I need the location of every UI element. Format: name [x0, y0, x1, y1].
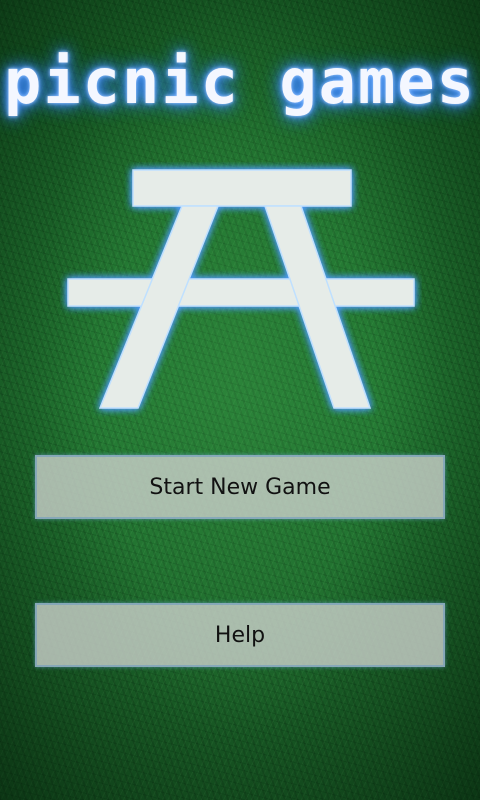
help-button[interactable]: Help: [35, 603, 445, 667]
main-menu-screen: picnic games Start New Game Help: [0, 0, 480, 800]
help-label: Help: [214, 622, 266, 648]
start-new-game-button[interactable]: Start New Game: [35, 455, 445, 519]
app-title: picnic games: [4, 45, 476, 118]
picnic-table-icon: [67, 169, 415, 409]
start-new-game-label: Start New Game: [149, 474, 331, 500]
